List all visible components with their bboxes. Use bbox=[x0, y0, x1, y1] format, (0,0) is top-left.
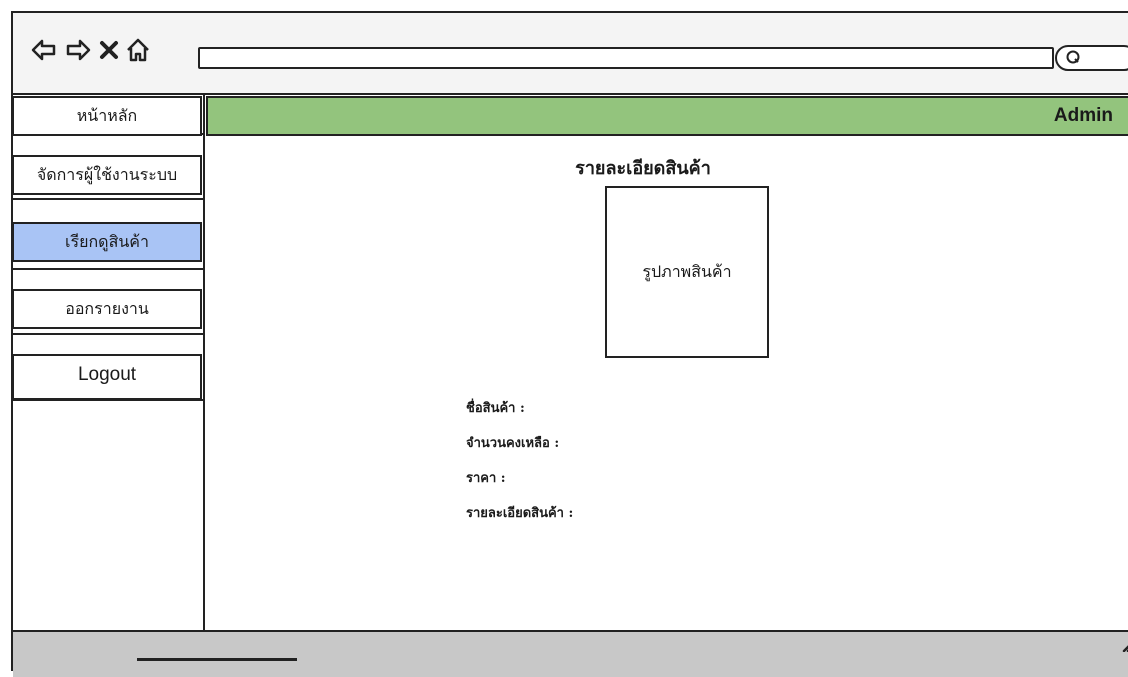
forward-arrow-icon[interactable] bbox=[65, 37, 91, 63]
resize-grip-icon[interactable] bbox=[1121, 638, 1128, 652]
search-icon bbox=[1066, 50, 1080, 64]
sidebar-item-browse-products[interactable]: เรียกดูสินค้า bbox=[12, 222, 202, 262]
product-image-placeholder: รูปภาพสินค้า bbox=[605, 186, 769, 358]
field-description-label: รายละเอียดสินค้า : bbox=[466, 506, 574, 521]
page-title: รายละเอียดสินค้า bbox=[575, 158, 711, 179]
field-product-name-label: ชื่อสินค้า : bbox=[466, 401, 525, 416]
sidebar-divider bbox=[203, 93, 205, 633]
url-input[interactable] bbox=[198, 47, 1054, 69]
sidebar-separator bbox=[13, 198, 204, 200]
field-stock-label: จำนวนคงเหลือ : bbox=[466, 436, 560, 451]
browser-toolbar bbox=[13, 13, 1128, 95]
top-header: Admin bbox=[206, 96, 1128, 136]
browser-search-field[interactable] bbox=[1055, 45, 1128, 71]
sidebar-item-manage-users[interactable]: จัดการผู้ใช้งานระบบ bbox=[12, 155, 202, 195]
sidebar-separator bbox=[13, 268, 204, 270]
user-name: Admin bbox=[1053, 105, 1113, 126]
sidebar-separator bbox=[13, 333, 204, 335]
sidebar-item-reports[interactable]: ออกรายงาน bbox=[12, 289, 202, 329]
browser-window: หน้าหลัก จัดการผู้ใช้งานระบบ เรียกดูสินค… bbox=[11, 11, 1128, 677]
close-icon[interactable] bbox=[99, 40, 119, 60]
back-arrow-icon[interactable] bbox=[31, 37, 57, 63]
home-icon[interactable] bbox=[125, 37, 151, 63]
status-bar bbox=[13, 630, 1128, 677]
logout-button[interactable]: Logout bbox=[12, 354, 202, 400]
field-price-label: ราคา : bbox=[466, 471, 506, 486]
sidebar-item-home[interactable]: หน้าหลัก bbox=[12, 96, 202, 136]
image-placeholder-label: รูปภาพสินค้า bbox=[642, 261, 732, 281]
